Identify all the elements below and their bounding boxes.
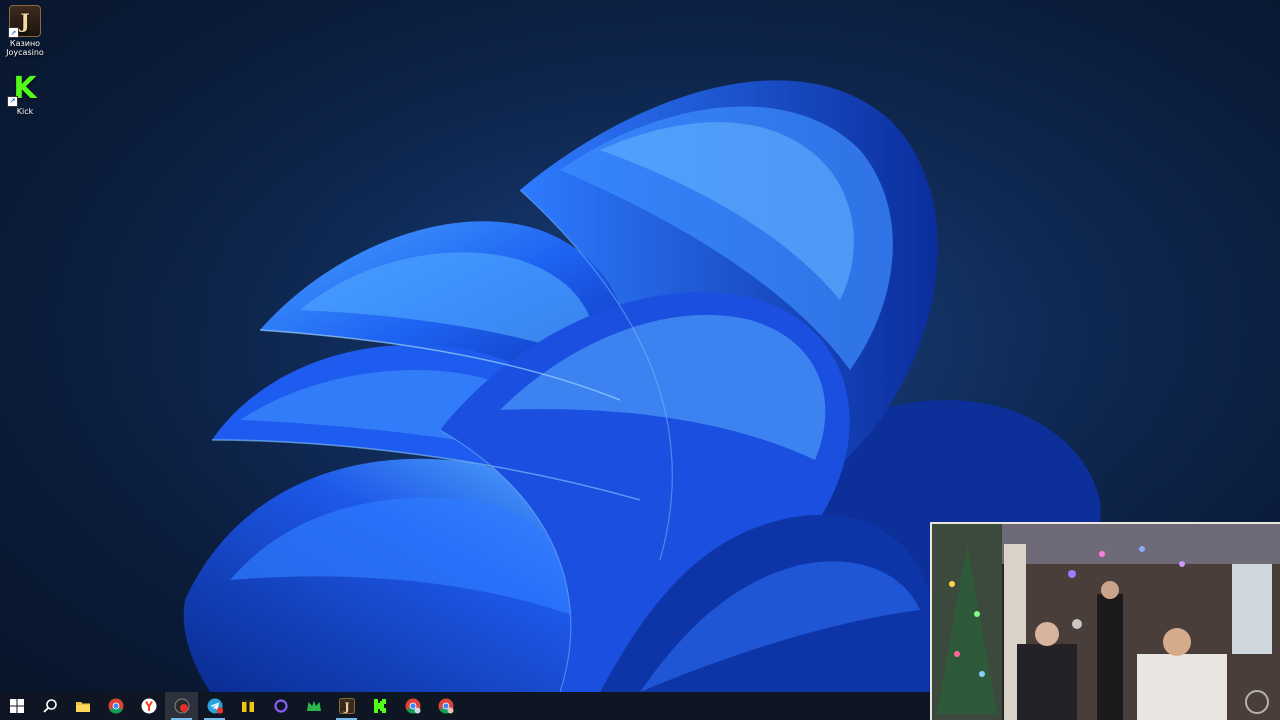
taskbar: J bbox=[0, 692, 930, 720]
folder-icon bbox=[75, 702, 90, 712]
search-button[interactable] bbox=[33, 692, 66, 720]
purple-ring-icon bbox=[273, 699, 288, 713]
joycasino-taskbar-glyph: J bbox=[343, 701, 349, 714]
chrome-icon bbox=[438, 698, 453, 714]
yandex-icon bbox=[141, 698, 156, 714]
taskbar-app-green-crown[interactable] bbox=[297, 692, 330, 720]
chrome-icon bbox=[405, 698, 420, 714]
taskbar-yandex-browser[interactable] bbox=[132, 692, 165, 720]
taskbar-telegram[interactable] bbox=[198, 692, 231, 720]
chrome-icon bbox=[108, 698, 123, 714]
joycasino-glyph: J bbox=[20, 9, 30, 33]
taskbar-chrome-profile-1[interactable] bbox=[396, 692, 429, 720]
telegram-icon bbox=[207, 698, 223, 714]
desktop: J ↗ Казино Joycasino K ↗ Kick J bbox=[0, 0, 1280, 720]
taskbar-app-red-circle[interactable] bbox=[165, 692, 198, 720]
desktop-icon-joycasino[interactable]: J ↗ Казино Joycasino bbox=[0, 5, 50, 57]
joycasino-icon: J bbox=[338, 698, 355, 714]
desktop-icon-label-line1: Казино bbox=[9, 39, 41, 48]
taskbar-kick[interactable] bbox=[363, 692, 396, 720]
red-circle-app-icon bbox=[174, 698, 189, 714]
taskbar-joycasino[interactable]: J bbox=[330, 692, 363, 720]
kick-icon: K ↗ bbox=[7, 73, 41, 107]
webcam-overlay bbox=[930, 522, 1280, 720]
shortcut-arrow-icon: ↗ bbox=[8, 27, 19, 38]
green-crown-icon bbox=[306, 701, 321, 711]
desktop-icon-label-line2: Joycasino bbox=[6, 48, 44, 57]
desktop-icon-kick[interactable]: K ↗ Kick bbox=[0, 73, 50, 116]
taskbar-chrome-profile-2[interactable] bbox=[429, 692, 462, 720]
search-icon bbox=[42, 699, 57, 713]
start-button[interactable] bbox=[0, 692, 33, 720]
taskbar-file-explorer[interactable] bbox=[66, 692, 99, 720]
webcam-scene bbox=[932, 524, 1280, 720]
kick-icon bbox=[373, 699, 386, 713]
taskbar-app-purple-ring[interactable] bbox=[264, 692, 297, 720]
joycasino-icon: J ↗ bbox=[8, 5, 41, 38]
desktop-icon-label: Kick bbox=[16, 107, 34, 116]
yellow-bars-icon bbox=[241, 700, 254, 712]
shortcut-arrow-icon: ↗ bbox=[7, 96, 18, 107]
taskbar-app-yellow-bars[interactable] bbox=[231, 692, 264, 720]
windows-logo-icon bbox=[9, 699, 24, 713]
taskbar-chrome[interactable] bbox=[99, 692, 132, 720]
